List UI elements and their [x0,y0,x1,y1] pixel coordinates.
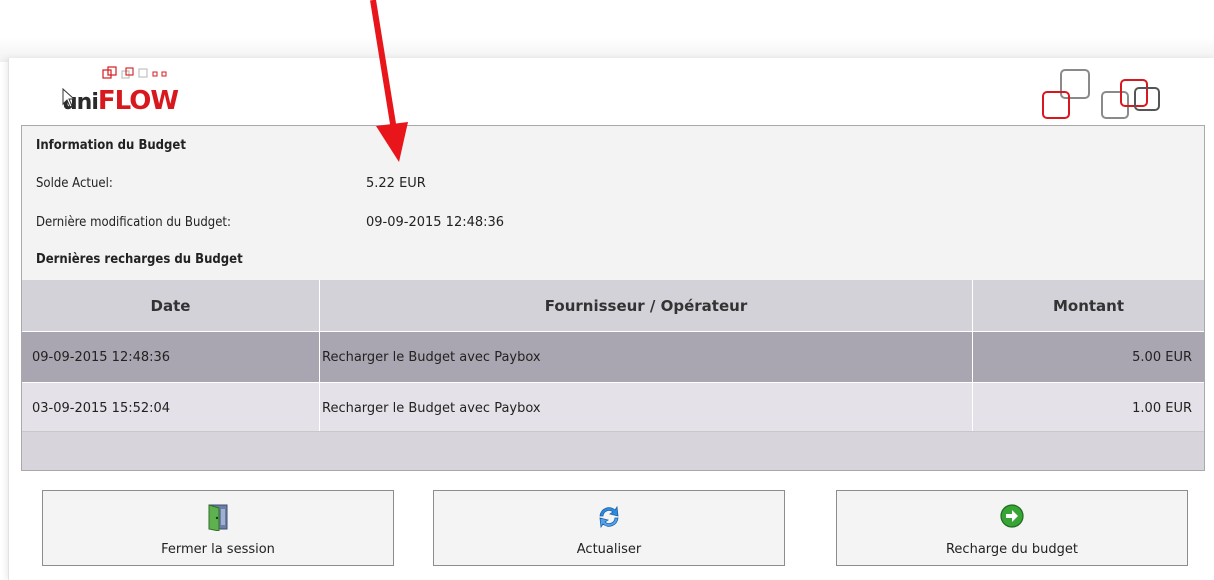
row-date: 03-09-2015 15:52:04 [22,382,320,434]
green-arrow-right-icon [1000,504,1024,528]
logo-wordmark: uniFLOW [62,86,179,116]
decorative-squares-icon [1042,69,1160,119]
recharges-table: Date Fournisseur / Opérateur Montant 09-… [22,280,1204,434]
row-provider: Recharger le Budget avec Paybox [319,331,973,383]
balance-value: 5.22 EUR [366,176,426,191]
balance-label: Solde Actuel: [36,176,113,191]
recharge-budget-button-label: Recharge du budget [945,542,1078,557]
exit-door-icon [208,504,228,531]
row-provider: Recharger le Budget avec Paybox [319,382,973,434]
top-background [0,0,1214,62]
annotation-arrow-icon [370,0,408,162]
refresh-button[interactable]: Actualiser [433,490,785,566]
table-header-row: Date Fournisseur / Opérateur Montant [22,280,1204,332]
row-amount: 1.00 EUR [972,382,1204,434]
column-header-amount[interactable]: Montant [972,280,1204,332]
column-header-provider[interactable]: Fournisseur / Opérateur [319,280,973,332]
table-row[interactable]: 09-09-2015 12:48:36 Recharger le Budget … [22,331,1204,383]
recharge-budget-button[interactable]: Recharge du budget [836,490,1188,566]
last-modified-label: Dernière modification du Budget: [36,215,231,230]
refresh-arrows-icon [599,505,619,529]
mouse-cursor-icon [62,88,76,108]
budget-info-heading: Information du Budget [36,138,186,153]
logout-button-label: Fermer la session [161,542,275,557]
row-amount: 5.00 EUR [972,331,1204,383]
budget-panel: Information du Budget Solde Actuel: 5.22… [21,125,1205,471]
last-modified-value: 09-09-2015 12:48:36 [366,215,505,230]
table-footer-bar [22,431,1204,470]
uniflow-logo: uniFLOW [62,66,202,118]
recharges-heading: Dernières recharges du Budget [36,252,243,267]
logout-button[interactable]: Fermer la session [42,490,394,566]
table-row[interactable]: 03-09-2015 15:52:04 Recharger le Budget … [22,382,1204,434]
logo-squares-icon [102,66,167,79]
refresh-button-label: Actualiser [576,542,642,557]
row-date: 09-09-2015 12:48:36 [22,331,320,383]
column-header-date[interactable]: Date [22,280,320,332]
